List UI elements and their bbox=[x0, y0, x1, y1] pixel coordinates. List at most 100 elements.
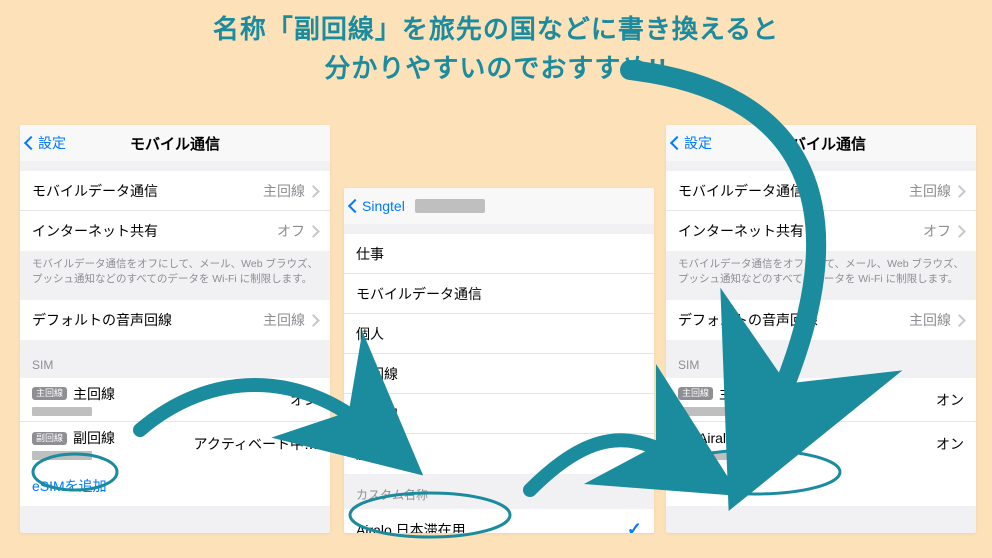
row-label: モバイルデータ通信 bbox=[678, 181, 909, 201]
add-esim-label: eSIMを追加 bbox=[32, 478, 107, 494]
row-value: 主回線 bbox=[909, 310, 951, 330]
row-hotspot[interactable]: インターネット共有 オフ bbox=[666, 211, 976, 251]
chevron-right-icon bbox=[955, 223, 964, 239]
sim-badge: 主回線 bbox=[32, 387, 67, 400]
data-footnote: モバイルデータ通信をオフにして、メール、Web ブラウズ、プッシュ通知などのすべ… bbox=[20, 251, 330, 286]
row-mobile-data[interactable]: モバイルデータ通信 主回線 bbox=[666, 171, 976, 211]
redacted-icon bbox=[415, 199, 485, 213]
row-default-voice[interactable]: デフォルトの音声回線 主回線 bbox=[20, 300, 330, 340]
option-secondary[interactable]: 副回線 bbox=[344, 394, 654, 434]
sim-value: オン bbox=[936, 434, 964, 454]
sim-name-text: 主回線 bbox=[73, 384, 115, 404]
option-label: 個人 bbox=[356, 324, 642, 344]
sim-info: 主回線 主回線 bbox=[678, 384, 936, 416]
row-label: インターネット共有 bbox=[678, 221, 923, 241]
row-label: モバイルデータ通信 bbox=[32, 181, 263, 201]
sim-value: アクティベート中… bbox=[194, 434, 318, 454]
option-work[interactable]: 仕事 bbox=[344, 234, 654, 274]
chevron-left-icon bbox=[350, 198, 360, 214]
panel-mobile-right: 設定 モバイル通信 モバイルデータ通信 主回線 インターネット共有 オフ モバイ… bbox=[666, 125, 976, 533]
sim-name: 副回線 副回線 bbox=[32, 428, 194, 448]
option-label: 仕事 bbox=[356, 244, 642, 264]
chevron-right-icon bbox=[309, 312, 318, 328]
group-voice: デフォルトの音声回線 主回線 bbox=[666, 300, 976, 340]
row-label: デフォルトの音声回線 bbox=[32, 310, 263, 330]
add-esim-button[interactable]: eSIMを追加 bbox=[666, 466, 976, 506]
row-mobile-data[interactable]: モバイルデータ通信 主回線 bbox=[20, 171, 330, 211]
sim-value: オン bbox=[290, 390, 318, 410]
option-mobile-data[interactable]: モバイルデータ通信 bbox=[344, 274, 654, 314]
back-label: 設定 bbox=[684, 133, 712, 153]
back-label: Singtel bbox=[362, 198, 405, 214]
row-value: オフ bbox=[277, 221, 305, 241]
option-travel[interactable]: 旅行 bbox=[344, 434, 654, 474]
redacted-icon bbox=[32, 407, 92, 416]
redacted-icon bbox=[678, 407, 738, 416]
add-esim-label: eSIMを追加 bbox=[678, 478, 753, 494]
sim-value: オン bbox=[936, 390, 964, 410]
sim-name-text: Airalo 日本滞在用 bbox=[698, 428, 808, 448]
option-label: 旅行 bbox=[356, 444, 642, 464]
option-label: モバイルデータ通信 bbox=[356, 284, 642, 304]
nav-bar: Singtel bbox=[344, 188, 654, 224]
sim-name: A Airalo 日本滞在用 bbox=[678, 428, 936, 448]
redacted-icon bbox=[32, 451, 92, 460]
chevron-left-icon bbox=[26, 135, 36, 151]
option-personal[interactable]: 個人 bbox=[344, 314, 654, 354]
sim-row-primary[interactable]: 主回線 主回線 オン bbox=[666, 378, 976, 422]
sim-group: 主回線 主回線 オン 副回線 副回線 アクティベート中… bbox=[20, 378, 330, 466]
options-group: 仕事 モバイルデータ通信 個人 主回線 副回線 旅行 bbox=[344, 234, 654, 474]
sim-section-header: SIM bbox=[666, 340, 976, 378]
add-esim-button[interactable]: eSIMを追加 bbox=[20, 466, 330, 506]
back-button[interactable]: Singtel bbox=[350, 198, 485, 214]
headline: 名称「副回線」を旅先の国などに書き換えると 分かりやすいのでおすすめ!! bbox=[0, 10, 992, 88]
nav-bar: 設定 モバイル通信 bbox=[666, 125, 976, 161]
sim-name-text: 副回線 bbox=[73, 428, 115, 448]
back-button[interactable]: 設定 bbox=[26, 133, 66, 153]
sim-info: 副回線 副回線 bbox=[32, 428, 194, 460]
row-value: 主回線 bbox=[263, 310, 305, 330]
back-label: 設定 bbox=[38, 133, 66, 153]
group-voice: デフォルトの音声回線 主回線 bbox=[20, 300, 330, 340]
panel-label-picker: Singtel 仕事 モバイルデータ通信 個人 主回線 副回線 旅行 カスタム名… bbox=[344, 188, 654, 533]
nav-bar: 設定 モバイル通信 bbox=[20, 125, 330, 161]
row-hotspot[interactable]: インターネット共有 オフ bbox=[20, 211, 330, 251]
sim-group: 主回線 主回線 オン A Airalo 日本滞在用 オン bbox=[666, 378, 976, 466]
sim-section-header: SIM bbox=[20, 340, 330, 378]
row-value: 主回線 bbox=[263, 181, 305, 201]
row-label: デフォルトの音声回線 bbox=[678, 310, 909, 330]
back-button[interactable]: 設定 bbox=[672, 133, 712, 153]
sim-row-secondary[interactable]: 副回線 副回線 アクティベート中… bbox=[20, 422, 330, 466]
row-default-voice[interactable]: デフォルトの音声回線 主回線 bbox=[666, 300, 976, 340]
sim-badge: A bbox=[678, 432, 692, 445]
custom-name-input[interactable]: Airalo 日本滞在用 ✓ bbox=[344, 509, 654, 533]
option-label: 副回線 bbox=[356, 404, 642, 424]
headline-line-2: 分かりやすいのでおすすめ!! bbox=[324, 53, 667, 83]
row-label: インターネット共有 bbox=[32, 221, 277, 241]
chevron-right-icon bbox=[309, 223, 318, 239]
sim-info: A Airalo 日本滞在用 bbox=[678, 428, 936, 460]
redacted-icon bbox=[678, 451, 738, 460]
option-primary[interactable]: 主回線 bbox=[344, 354, 654, 394]
nav-title: モバイル通信 bbox=[20, 133, 330, 154]
chevron-right-icon bbox=[309, 183, 318, 199]
chevron-left-icon bbox=[672, 135, 682, 151]
nav-title: モバイル通信 bbox=[666, 133, 976, 154]
group-data: モバイルデータ通信 主回線 インターネット共有 オフ bbox=[666, 171, 976, 251]
custom-name-value: Airalo 日本滞在用 bbox=[356, 520, 627, 534]
checkmark-icon: ✓ bbox=[627, 519, 642, 533]
chevron-right-icon bbox=[955, 183, 964, 199]
chevron-right-icon bbox=[955, 312, 964, 328]
data-footnote: モバイルデータ通信をオフにして、メール、Web ブラウズ、プッシュ通知などのすべ… bbox=[666, 251, 976, 286]
sim-row-primary[interactable]: 主回線 主回線 オン bbox=[20, 378, 330, 422]
sim-row-airalo[interactable]: A Airalo 日本滞在用 オン bbox=[666, 422, 976, 466]
sim-badge: 副回線 bbox=[32, 432, 67, 445]
row-value: オフ bbox=[923, 221, 951, 241]
row-value: 主回線 bbox=[909, 181, 951, 201]
headline-line-1: 名称「副回線」を旅先の国などに書き換えると bbox=[213, 14, 779, 44]
group-data: モバイルデータ通信 主回線 インターネット共有 オフ bbox=[20, 171, 330, 251]
sim-name: 主回線 主回線 bbox=[32, 384, 290, 404]
option-label: 主回線 bbox=[356, 364, 642, 384]
panel-mobile-left: 設定 モバイル通信 モバイルデータ通信 主回線 インターネット共有 オフ モバイ… bbox=[20, 125, 330, 533]
sim-badge: 主回線 bbox=[678, 387, 713, 400]
